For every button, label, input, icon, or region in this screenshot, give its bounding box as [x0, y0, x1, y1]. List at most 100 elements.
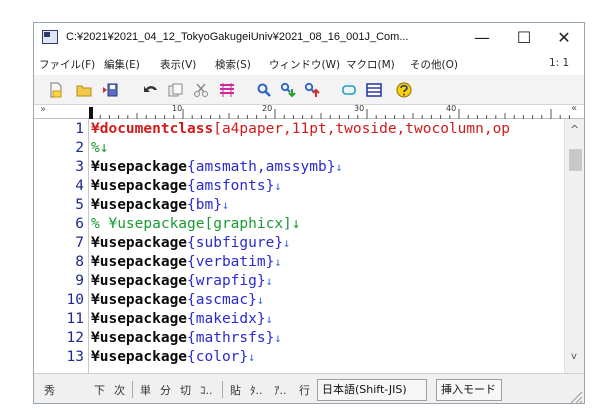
line-number: 7 — [75, 235, 84, 251]
resize-grip-icon[interactable] — [567, 388, 583, 404]
line-text: ¥usepackage{ascmac}↓ — [91, 292, 264, 308]
code-line[interactable]: 1 ¥documentclass[a4paper,11pt,twoside,tw… — [34, 121, 564, 137]
code-line[interactable]: 13 ¥usepackage{color}↓ — [34, 349, 564, 365]
code-line[interactable]: 4 ¥usepackage{amsfonts}↓ — [34, 178, 564, 194]
line-number: 2 — [75, 140, 84, 156]
line-text: ¥usepackage{wrapfig}↓ — [91, 273, 273, 289]
newline-mark: ↓ — [265, 274, 273, 288]
argument: {wrapfig} — [187, 273, 266, 289]
line-number: 10 — [66, 292, 84, 308]
code-line[interactable]: 5 ¥usepackage{bm}↓ — [34, 197, 564, 213]
argument: [a4paper,11pt,twoside,twocolumn,op — [213, 121, 511, 137]
code-line[interactable]: 10 ¥usepackage{ascmac}↓ — [34, 292, 564, 308]
open-folder-icon[interactable] — [76, 82, 92, 98]
line-text: ¥usepackage{bm}↓ — [91, 197, 229, 213]
newline-mark: ↓ — [274, 331, 282, 345]
status-tag-button[interactable]: ﾀ.. — [250, 382, 263, 398]
app-icon[interactable] — [42, 30, 58, 44]
menu-bar: ファイル(F) 編集(E) 表示(V) 検索(S) ウィンドウ(W) マクロ(M… — [34, 53, 584, 75]
vertical-scrollbar[interactable]: ^ v — [564, 119, 584, 373]
zoom-ratio: 1: 1 — [549, 57, 570, 69]
scrollbar-thumb[interactable] — [569, 149, 582, 171]
close-button[interactable]: ✕ — [548, 27, 580, 49]
editor-window: C:¥2021¥2021_04_12_TokyoGakugeiUniv¥2021… — [33, 22, 585, 404]
argument: {subfigure} — [187, 235, 284, 251]
undo-icon[interactable] — [143, 82, 159, 98]
newline-mark: ↓ — [283, 236, 291, 250]
keyword: ¥usepackage — [91, 273, 188, 289]
search-icon[interactable] — [256, 82, 272, 98]
keyword: ¥usepackage — [91, 330, 188, 346]
status-other-button[interactable]: ｱ.. — [274, 382, 287, 398]
keyword: ¥usepackage — [91, 159, 188, 175]
code-line[interactable]: 7 ¥usepackage{subfigure}↓ — [34, 235, 564, 251]
line-number: 13 — [66, 349, 84, 365]
menu-window[interactable]: ウィンドウ(W) — [269, 57, 340, 72]
status-copy-button[interactable]: ｺ.. — [200, 382, 213, 398]
status-hide-button[interactable]: 秀 — [44, 382, 55, 398]
line-number: 5 — [75, 197, 84, 213]
help-icon[interactable] — [396, 82, 412, 98]
menu-view[interactable]: 表示(V) — [160, 57, 196, 72]
split-window-icon[interactable] — [366, 82, 382, 98]
code-line[interactable]: 8 ¥usepackage{verbatim}↓ — [34, 254, 564, 270]
line-number: 4 — [75, 178, 84, 194]
search-next-icon[interactable] — [280, 82, 296, 98]
argument: {verbatim} — [187, 254, 275, 270]
comment-text: %↓ — [91, 140, 109, 156]
status-down-button[interactable]: 下 — [94, 382, 105, 398]
new-file-icon[interactable] — [48, 82, 64, 98]
bracket-icon[interactable] — [341, 82, 357, 98]
menu-search[interactable]: 検索(S) — [215, 57, 251, 72]
line-text: ¥usepackage{verbatim}↓ — [91, 254, 282, 270]
save-icon[interactable] — [102, 82, 118, 98]
status-next-button[interactable]: 次 — [114, 382, 125, 398]
code-line[interactable]: 11 ¥usepackage{makeidx}↓ — [34, 311, 564, 327]
status-word-button[interactable]: 単 — [140, 382, 151, 398]
menu-edit[interactable]: 編集(E) — [104, 57, 140, 72]
comment-text: % ¥usepackage[graphicx]↓ — [91, 216, 301, 232]
line-number: 1 — [75, 121, 84, 137]
menu-file[interactable]: ファイル(F) — [39, 57, 95, 72]
scroll-down-arrow[interactable]: v — [571, 351, 577, 362]
argument: {amsmath,amssymb} — [187, 159, 336, 175]
input-mode-indicator[interactable]: 挿入モード — [436, 379, 502, 401]
ruler-cursor-marker — [89, 107, 93, 119]
code-line[interactable]: 6 % ¥usepackage[graphicx]↓ — [34, 216, 564, 232]
argument: {ascmac} — [187, 292, 257, 308]
status-paste-button[interactable]: 貼 — [230, 382, 241, 398]
newline-mark: ↓ — [335, 160, 343, 174]
search-prev-icon[interactable] — [304, 82, 320, 98]
minimize-button[interactable]: — — [466, 27, 498, 49]
line-text: ¥usepackage{color}↓ — [91, 349, 255, 365]
code-line[interactable]: 12 ¥usepackage{mathrsfs}↓ — [34, 330, 564, 346]
menu-macro[interactable]: マクロ(M) — [346, 57, 395, 72]
menu-other[interactable]: その他(O) — [410, 57, 458, 72]
maximize-button[interactable]: ☐ — [508, 27, 540, 49]
ruler-left-marker: » — [40, 104, 47, 115]
line-number: 11 — [66, 311, 84, 327]
argument: {color} — [187, 349, 249, 365]
status-line-button[interactable]: 行 — [299, 382, 310, 398]
copy-icon[interactable] — [168, 82, 184, 98]
newline-mark: ↓ — [248, 350, 256, 364]
line-number: 3 — [75, 159, 84, 175]
toolbar — [34, 75, 584, 105]
status-split-button[interactable]: 分 — [160, 382, 171, 398]
code-line[interactable]: 3 ¥usepackage{amsmath,amssymb}↓ — [34, 159, 564, 175]
line-number: 12 — [66, 330, 84, 346]
scroll-up-arrow[interactable]: ^ — [570, 123, 579, 136]
paste-icon[interactable] — [219, 82, 235, 98]
ruler-ticks — [90, 109, 570, 119]
keyword: ¥usepackage — [91, 349, 188, 365]
cut-icon[interactable] — [193, 82, 209, 98]
code-line[interactable]: 2 %↓ — [34, 140, 564, 156]
argument: {amsfonts} — [187, 178, 275, 194]
text-editor-area[interactable]: 1 ¥documentclass[a4paper,11pt,twoside,tw… — [34, 119, 564, 373]
encoding-indicator[interactable]: 日本語(Shift-JIS) — [317, 379, 427, 401]
newline-mark: ↓ — [274, 255, 282, 269]
keyword: ¥usepackage — [91, 178, 188, 194]
status-cut-button[interactable]: 切 — [180, 382, 191, 398]
gutter-separator — [88, 119, 89, 373]
code-line[interactable]: 9 ¥usepackage{wrapfig}↓ — [34, 273, 564, 289]
